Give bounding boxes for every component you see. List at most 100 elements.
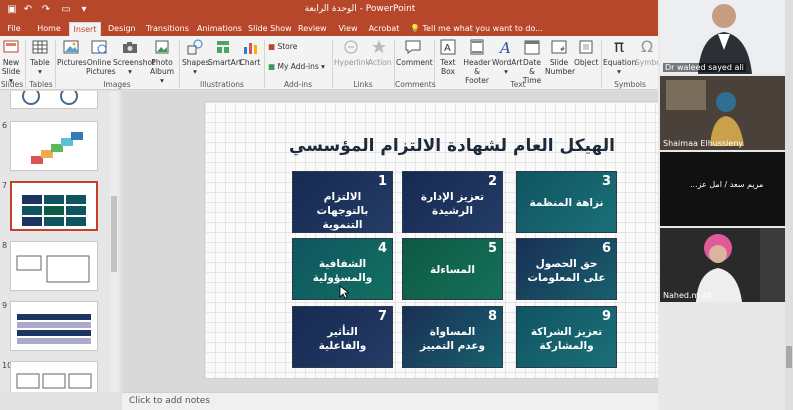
card-5[interactable]: 5 المساءلة	[402, 238, 503, 300]
card-line-2: الرشيدة	[432, 205, 473, 217]
card-1[interactable]: 1 الالتزام بالتوجهات التنموية	[292, 171, 393, 233]
card-number: 6	[601, 241, 611, 256]
online-pictures-button[interactable]: Online Pictures	[86, 38, 116, 76]
comment-button[interactable]: Comment	[396, 38, 433, 67]
slide-thumbnail-9[interactable]	[10, 301, 98, 351]
participant-video-3[interactable]: ...مريم سعد / امل عز	[660, 152, 791, 226]
pi-icon: π	[613, 37, 625, 57]
card-line-1: تعزيز الشراكة	[530, 326, 603, 338]
group-text: Text	[510, 80, 526, 89]
tab-acrobat[interactable]: Acrobat	[368, 22, 400, 36]
notes-pane[interactable]: Click to add notes	[122, 392, 658, 410]
slide-thumbnail-6[interactable]	[10, 121, 98, 171]
pictures-label: Pictures	[57, 58, 87, 67]
tab-review[interactable]: Review	[298, 22, 327, 36]
wordart-button[interactable]: A WordArt ▾	[492, 38, 523, 76]
photo-album-label-1: Photo	[151, 58, 173, 67]
participant-video-1[interactable]: Dr waleed sayed ali	[660, 0, 791, 74]
card-line-1: حق الحصول	[535, 258, 598, 270]
card-6[interactable]: 6 حق الحصول على المعلومات	[516, 238, 617, 300]
undo-icon[interactable]: ↶	[22, 3, 34, 16]
tab-insert[interactable]: Insert	[69, 22, 101, 36]
slide-number-label-1: Slide	[549, 58, 569, 67]
svg-text:A: A	[498, 39, 511, 56]
participant-video-2[interactable]: Shaimaa Elhussieny	[660, 76, 791, 150]
tab-file[interactable]: File	[4, 22, 24, 36]
start-slideshow-icon[interactable]: ▭	[60, 3, 72, 16]
participants-scrollbar-thumb[interactable]	[786, 346, 792, 368]
card-line-1: التأثير	[327, 326, 358, 338]
store-icon: ■	[268, 42, 276, 51]
card-2[interactable]: 2 تعزيز الإدارة الرشيدة	[402, 171, 503, 233]
text-box-button[interactable]: A Text Box	[437, 38, 459, 76]
redo-icon[interactable]: ↷	[40, 3, 52, 16]
pictures-button[interactable]: Pictures	[57, 38, 87, 67]
card-7[interactable]: 7 التأثير والفاعلية	[292, 306, 393, 368]
wordart-label: WordArt	[492, 58, 523, 67]
date-time-button[interactable]: Date & Time	[520, 38, 544, 85]
object-label: Object	[574, 58, 599, 67]
action-label: Action	[368, 58, 392, 67]
slide-thumbnail-5[interactable]	[10, 91, 98, 109]
thumbnail-graphic	[22, 91, 78, 105]
slide-thumbnail-8[interactable]	[10, 241, 98, 291]
slide-number-button[interactable]: # Slide Number	[545, 38, 575, 76]
online-pictures-icon	[91, 40, 107, 54]
tab-design[interactable]: Design	[108, 22, 136, 36]
my-addins-button[interactable]: ■ My Add-ins ▾	[268, 62, 330, 71]
header-footer-button[interactable]: Header & Footer	[462, 38, 492, 85]
photo-album-button[interactable]: Photo Album ▾	[148, 38, 176, 85]
participant-video-4[interactable]: Nahed.m Ali	[660, 228, 791, 302]
chart-button[interactable]: Chart	[239, 38, 261, 67]
screenshot-button[interactable]: Screenshot ▾	[113, 38, 155, 76]
slide-number-8: 8	[2, 241, 8, 250]
card-3[interactable]: 3 نزاهة المنظمة	[516, 171, 617, 233]
comment-label: Comment	[396, 58, 433, 67]
group-slides: Slides	[0, 80, 24, 89]
thumbnail-table-graphic	[17, 314, 91, 344]
shapes-button[interactable]: Shapes ▾	[182, 38, 209, 76]
card-number: 3	[601, 174, 611, 189]
tab-animations[interactable]: Animations	[197, 22, 242, 36]
symbol-button[interactable]: Ω Symbol	[635, 38, 658, 68]
card-text: تعزيز الإدارة الرشيدة	[403, 190, 502, 218]
table-button[interactable]: Table ▾	[28, 38, 52, 76]
text-box-label-1: Text	[440, 58, 456, 67]
meeting-participants-panel: Dr waleed sayed ali Shaimaa Elhussieny .…	[658, 0, 793, 410]
hyperlink-button[interactable]: Hyperlink	[334, 38, 370, 67]
tab-home[interactable]: Home	[36, 22, 62, 36]
tab-slide-show[interactable]: Slide Show	[248, 22, 292, 36]
store-label: Store	[277, 42, 298, 51]
card-text: المساءلة	[403, 263, 502, 277]
current-slide[interactable]: الهيكل العام لشهادة الالتزام المؤسسي 3 ن…	[204, 101, 658, 379]
card-number: 1	[377, 174, 387, 189]
card-text: التأثير والفاعلية	[293, 325, 392, 353]
equation-button[interactable]: π Equation ▾	[603, 37, 636, 76]
customize-qat-icon[interactable]: ▾	[78, 3, 90, 16]
card-line-2: والمسؤولية	[312, 272, 373, 284]
slide-title[interactable]: الهيكل العام لشهادة الالتزام المؤسسي	[205, 136, 615, 156]
wordart-icon: A	[498, 39, 511, 56]
slide-thumbnail-7[interactable]	[10, 181, 98, 231]
title-bar: ▣ ↶ ↷ ▭ ▾ الوحدة الرابعة - PowerPoint	[0, 0, 658, 20]
object-button[interactable]: Object	[574, 38, 598, 67]
store-button[interactable]: ■ Store	[268, 42, 328, 51]
save-icon[interactable]: ▣	[6, 3, 18, 16]
tab-transitions[interactable]: Transitions	[146, 22, 189, 36]
date-time-label-1: Date &	[523, 58, 541, 76]
card-number: 4	[377, 241, 387, 256]
card-8[interactable]: 8 المساواة وعدم التمييز	[402, 306, 503, 368]
participant-name-4: Nahed.m Ali	[663, 291, 712, 300]
new-slide-icon	[3, 40, 19, 53]
chart-label: Chart	[239, 58, 261, 67]
tell-me-box[interactable]: 💡 Tell me what you want to do...	[410, 22, 543, 35]
new-slide-button[interactable]: New Slide ▾	[0, 38, 22, 85]
slide-thumbnail-10[interactable]	[10, 361, 98, 392]
tab-view[interactable]: View	[338, 22, 358, 36]
thumbnail-diagram-graphic	[16, 255, 90, 283]
slide-thumbnails-pane[interactable]: 6 7 8 9 10	[0, 91, 120, 392]
action-button[interactable]: Action	[368, 38, 392, 67]
smartart-button[interactable]: SmartArt	[208, 38, 242, 67]
thumbnail-scrollbar-thumb[interactable]	[111, 196, 117, 272]
card-9[interactable]: 9 تعزيز الشراكة والمشاركة	[516, 306, 617, 368]
